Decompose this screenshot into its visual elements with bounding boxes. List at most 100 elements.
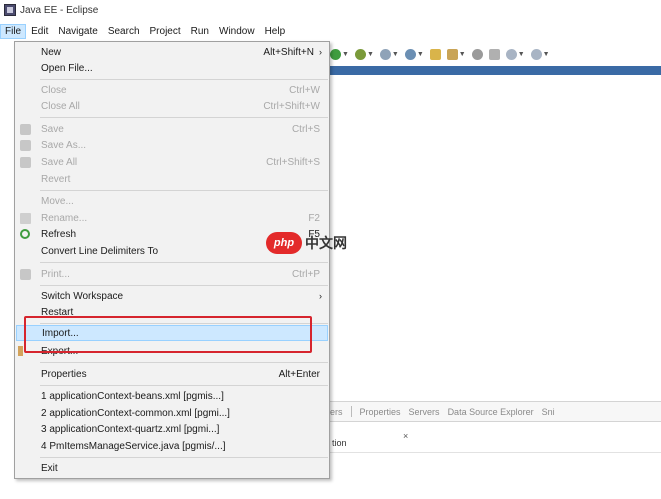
refresh-icon: [20, 229, 30, 239]
menu-project[interactable]: Project: [145, 24, 186, 39]
menu-file[interactable]: File: [0, 24, 27, 39]
rename-icon: [20, 212, 31, 224]
menu-separator: [40, 117, 328, 118]
menu-item-save[interactable]: Save Ctrl+S: [16, 121, 328, 137]
chevron-down-icon: ▼: [458, 50, 466, 58]
open-type-button[interactable]: [429, 48, 441, 60]
menu-item-shortcut: Ctrl+Shift+S: [266, 156, 320, 168]
menu-item-label: Close: [41, 84, 67, 96]
chevron-down-icon: ▼: [366, 50, 374, 58]
pin-button[interactable]: [488, 48, 500, 60]
menu-item-shortcut: Ctrl+W: [289, 84, 320, 96]
menu-item-save-as[interactable]: Save As...: [16, 137, 328, 153]
save-icon: [20, 123, 31, 135]
export-icon: [18, 346, 23, 356]
chevron-down-icon: ▼: [342, 50, 349, 58]
forward-arrow-icon: [530, 48, 542, 60]
panel-content: [330, 456, 661, 499]
open-task-button[interactable]: ▼: [446, 48, 466, 60]
menu-item-label: New: [41, 46, 62, 58]
menu-item-recent-4[interactable]: 4 PmItemsManageService.java [pgmis/...]: [16, 438, 328, 454]
submenu-arrow-icon: ›: [319, 291, 322, 301]
tab-data-source-explorer[interactable]: Data Source Explorer: [448, 407, 534, 417]
menu-item-shortcut: Alt+Shift+N: [263, 46, 314, 58]
menu-item-open-file[interactable]: Open File...: [16, 60, 328, 76]
menu-help[interactable]: Help: [260, 24, 291, 39]
menu-item-label: Move...: [41, 195, 74, 207]
menu-item-print[interactable]: Print... Ctrl+P: [16, 266, 328, 282]
menu-item-properties[interactable]: Properties Alt+Enter: [16, 366, 328, 382]
menu-item-label: Switch Workspace: [41, 290, 124, 302]
menu-window[interactable]: Window: [214, 24, 260, 39]
menu-item-label: 2 applicationContext-common.xml [pgmi...…: [41, 407, 230, 419]
menu-item-label: 3 applicationContext-quartz.xml [pgmi...…: [41, 423, 220, 435]
menu-separator: [40, 79, 328, 80]
tab-separator: [350, 406, 352, 417]
run-icon: [330, 48, 341, 60]
back-button[interactable]: ▼: [505, 48, 525, 60]
menu-item-exit[interactable]: Exit: [16, 460, 328, 476]
title-bar: Java EE - Eclipse: [0, 0, 661, 20]
menu-edit[interactable]: Edit: [26, 24, 53, 39]
menu-item-shortcut: Ctrl+P: [291, 268, 320, 280]
window-title: Java EE - Eclipse: [20, 4, 99, 16]
menu-item-rename[interactable]: Rename... F2: [16, 210, 328, 226]
menu-item-recent-3[interactable]: 3 applicationContext-quartz.xml [pgmi...…: [16, 421, 328, 437]
run-button[interactable]: ▼: [330, 48, 349, 60]
watermark-text: 中文网: [305, 236, 347, 252]
eclipse-app-icon: [4, 4, 16, 16]
menu-item-label: Properties: [41, 368, 87, 380]
menu-item-switch-workspace[interactable]: Switch Workspace ›: [16, 288, 328, 304]
tab-servers[interactable]: Servers: [409, 407, 440, 417]
menu-item-recent-1[interactable]: 1 applicationContext-beans.xml [pgmis...…: [16, 388, 328, 404]
menu-item-label: Close All: [41, 100, 80, 112]
watermark: php 中文网: [266, 232, 347, 254]
menu-separator: [40, 457, 328, 458]
submenu-arrow-icon: ›: [319, 47, 322, 57]
external-tools-button[interactable]: ▼: [354, 48, 374, 60]
server-icon: [379, 48, 391, 60]
new-server-button[interactable]: ▼: [379, 48, 399, 60]
tab-snippets[interactable]: Sni: [542, 407, 555, 417]
menu-item-move[interactable]: Move...: [16, 193, 328, 209]
menu-item-label: Revert: [41, 173, 71, 185]
folder-icon: [429, 48, 441, 60]
back-arrow-icon: [505, 48, 517, 60]
chevron-down-icon: ▼: [517, 50, 525, 58]
forward-button[interactable]: ▼: [530, 48, 550, 60]
menu-item-revert[interactable]: Revert: [16, 171, 328, 187]
save-as-icon: [20, 139, 31, 151]
column-header-description: tion: [330, 438, 661, 453]
menu-run[interactable]: Run: [186, 24, 214, 39]
menu-item-close[interactable]: Close Ctrl+W: [16, 82, 328, 98]
menu-navigate[interactable]: Navigate: [53, 24, 102, 39]
menu-separator: [40, 285, 328, 286]
menu-item-new[interactable]: New Alt+Shift+N ›: [16, 44, 328, 60]
menu-item-label: Open File...: [41, 62, 93, 74]
editor-area[interactable]: [330, 75, 661, 399]
tab-markers[interactable]: ers: [330, 407, 343, 417]
menu-separator: [40, 362, 328, 363]
tab-properties[interactable]: Properties: [360, 407, 401, 417]
search-button[interactable]: [471, 48, 483, 60]
menu-item-label: Save All: [41, 156, 78, 168]
menu-item-recent-2[interactable]: 2 applicationContext-common.xml [pgmi...…: [16, 405, 328, 421]
menu-search[interactable]: Search: [103, 24, 145, 39]
menu-separator: [40, 262, 328, 263]
globe-icon: [404, 48, 416, 60]
web-browser-button[interactable]: ▼: [404, 48, 424, 60]
import-highlight-annotation: [24, 316, 312, 353]
chevron-down-icon: ▼: [391, 50, 399, 58]
menu-item-shortcut: Ctrl+S: [291, 123, 320, 135]
menu-item-label: Print...: [41, 268, 70, 280]
menu-item-shortcut: Alt+Enter: [278, 368, 320, 380]
menu-item-save-all[interactable]: Save All Ctrl+Shift+S: [16, 154, 328, 170]
menu-item-label: 1 applicationContext-beans.xml [pgmis...…: [41, 390, 224, 402]
menu-item-label: 4 PmItemsManageService.java [pgmis/...]: [41, 440, 226, 452]
menu-item-shortcut: F2: [308, 212, 320, 224]
chevron-down-icon: ▼: [542, 50, 550, 58]
menu-separator: [40, 190, 328, 191]
menu-item-shortcut: Ctrl+Shift+W: [263, 100, 320, 112]
menu-item-close-all[interactable]: Close All Ctrl+Shift+W: [16, 98, 328, 114]
chevron-down-icon: ▼: [416, 50, 424, 58]
